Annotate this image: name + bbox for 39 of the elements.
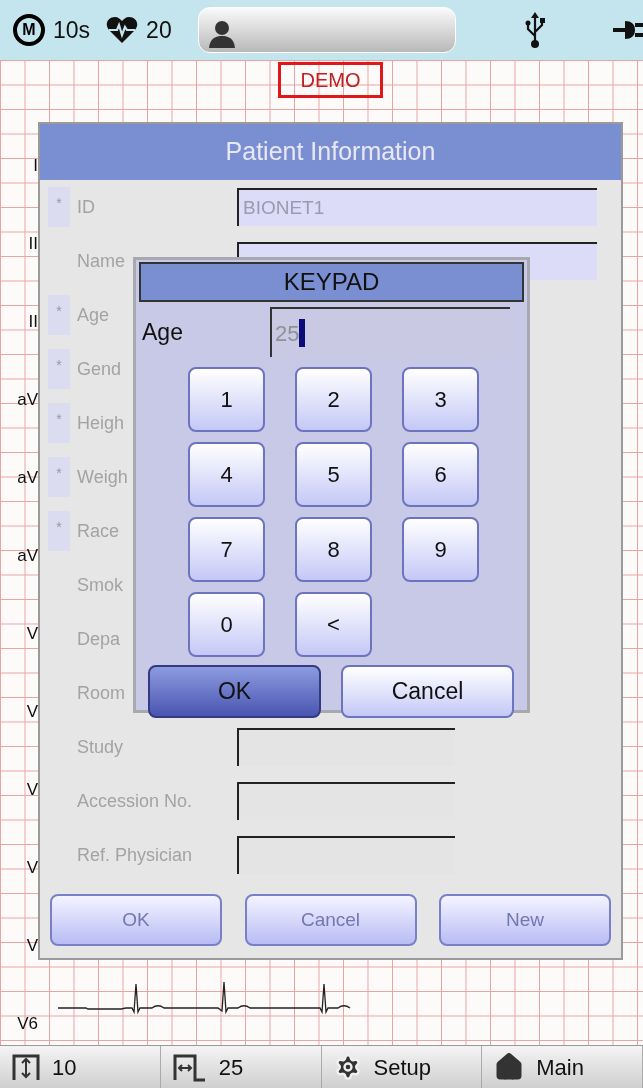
field-label: Ref. Physician [77, 844, 193, 865]
required-marker: * [48, 457, 70, 497]
keypad-value: 25 [275, 319, 300, 348]
required-marker: * [48, 295, 70, 335]
required-marker: * [48, 403, 70, 443]
lead-label: V [26, 703, 38, 720]
field-label: Smok [77, 574, 123, 595]
lead-label: V [26, 781, 38, 798]
heart-rate-text: 20 [146, 15, 172, 45]
lead-label: aV [17, 547, 38, 564]
dialog-title: Patient Information [225, 136, 436, 168]
lead-label: II [28, 235, 38, 252]
keypad-field-label: Age [142, 317, 184, 347]
duration-text: 10s [53, 15, 91, 45]
field-label: Age [77, 304, 110, 325]
mode-badge: M [13, 14, 45, 46]
field-label: Heigh [77, 412, 125, 433]
lead-label: V6 [17, 1015, 38, 1032]
required-marker: * [48, 187, 70, 227]
lead-label: V [26, 937, 38, 954]
field-label: Name [77, 250, 125, 271]
field-label: Race [77, 520, 120, 541]
lead-label: V [26, 859, 38, 876]
lead-label: aV [17, 391, 38, 408]
required-marker: * [48, 349, 70, 389]
lead-label: I [33, 157, 38, 174]
lead-label: aV [17, 469, 38, 486]
field-label: Room [77, 682, 125, 703]
field-label: Study [77, 736, 124, 757]
field-label: Depa [77, 628, 121, 649]
field-label: Gend [77, 358, 122, 379]
lead-label: II [28, 313, 38, 330]
demo-label: DEMO [300, 68, 361, 93]
lead-label: V [26, 625, 38, 642]
keypad-title: KEYPAD [283, 267, 380, 297]
field-label: ID [77, 196, 95, 217]
field-label: Accession No. [77, 790, 193, 811]
required-marker: * [48, 511, 70, 551]
field-label: Weigh [77, 466, 128, 487]
